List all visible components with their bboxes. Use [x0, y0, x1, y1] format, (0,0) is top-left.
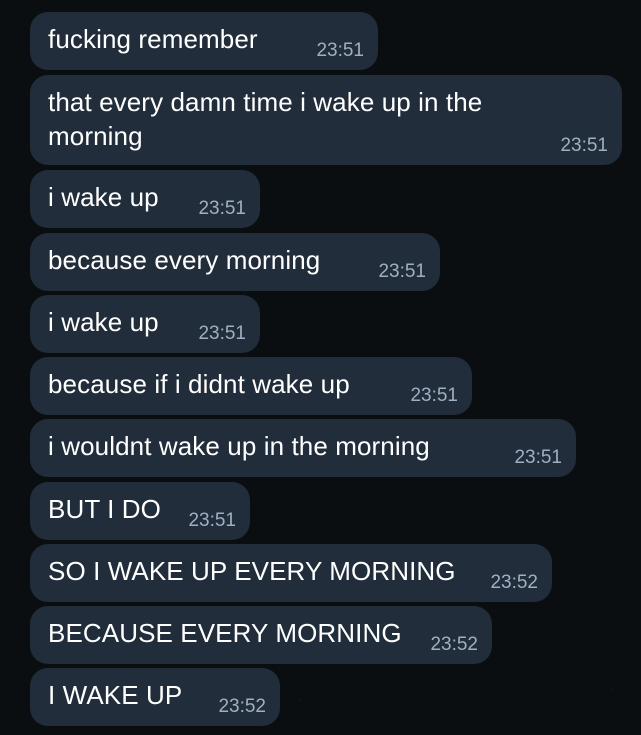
- message-text: I WAKE UP: [48, 680, 183, 710]
- message-timestamp: 23:51: [514, 447, 562, 468]
- message-bubble[interactable]: I WAKE UP 23:52: [30, 668, 280, 726]
- message-bubble[interactable]: i wouldnt wake up in the morning 23:51: [30, 419, 576, 477]
- message-text: that every damn time i wake up in the mo…: [48, 87, 483, 151]
- message-bubble[interactable]: that every damn time i wake up in the mo…: [30, 75, 622, 165]
- message-bubble[interactable]: i wake up 23:51: [30, 170, 260, 228]
- message-timestamp: 23:52: [430, 634, 478, 655]
- message-text: BUT I DO: [48, 494, 162, 524]
- message-text: i wake up: [48, 182, 159, 212]
- message-timestamp: 23:51: [188, 510, 236, 531]
- message-text: i wouldnt wake up in the morning: [48, 431, 430, 461]
- message-timestamp: 23:51: [378, 261, 426, 282]
- message-text: because if i didnt wake up: [48, 369, 350, 399]
- message-timestamp: 23:51: [316, 40, 364, 61]
- message-timestamp: 23:51: [198, 198, 246, 219]
- message-text: SO I WAKE UP EVERY MORNING: [48, 556, 456, 586]
- message-bubble[interactable]: BECAUSE EVERY MORNING 23:52: [30, 606, 492, 664]
- message-timestamp: 23:51: [560, 135, 608, 156]
- message-timestamp: 23:52: [218, 696, 266, 717]
- message-text: because every morning: [48, 245, 321, 275]
- message-timestamp: 23:52: [490, 572, 538, 593]
- message-bubble[interactable]: i wake up 23:51: [30, 295, 260, 353]
- message-text: fucking remember: [48, 24, 258, 54]
- message-timestamp: 23:51: [198, 323, 246, 344]
- message-bubble[interactable]: because every morning 23:51: [30, 233, 440, 291]
- message-bubble[interactable]: fucking remember 23:51: [30, 12, 378, 70]
- message-bubble[interactable]: BUT I DO 23:51: [30, 482, 250, 540]
- message-bubble[interactable]: SO I WAKE UP EVERY MORNING 23:52: [30, 544, 552, 602]
- message-timestamp: 23:51: [410, 385, 458, 406]
- message-text: BECAUSE EVERY MORNING: [48, 618, 402, 648]
- chat-area: fucking remember 23:51 that every damn t…: [0, 0, 641, 735]
- message-bubble[interactable]: because if i didnt wake up 23:51: [30, 357, 472, 415]
- message-text: i wake up: [48, 307, 159, 337]
